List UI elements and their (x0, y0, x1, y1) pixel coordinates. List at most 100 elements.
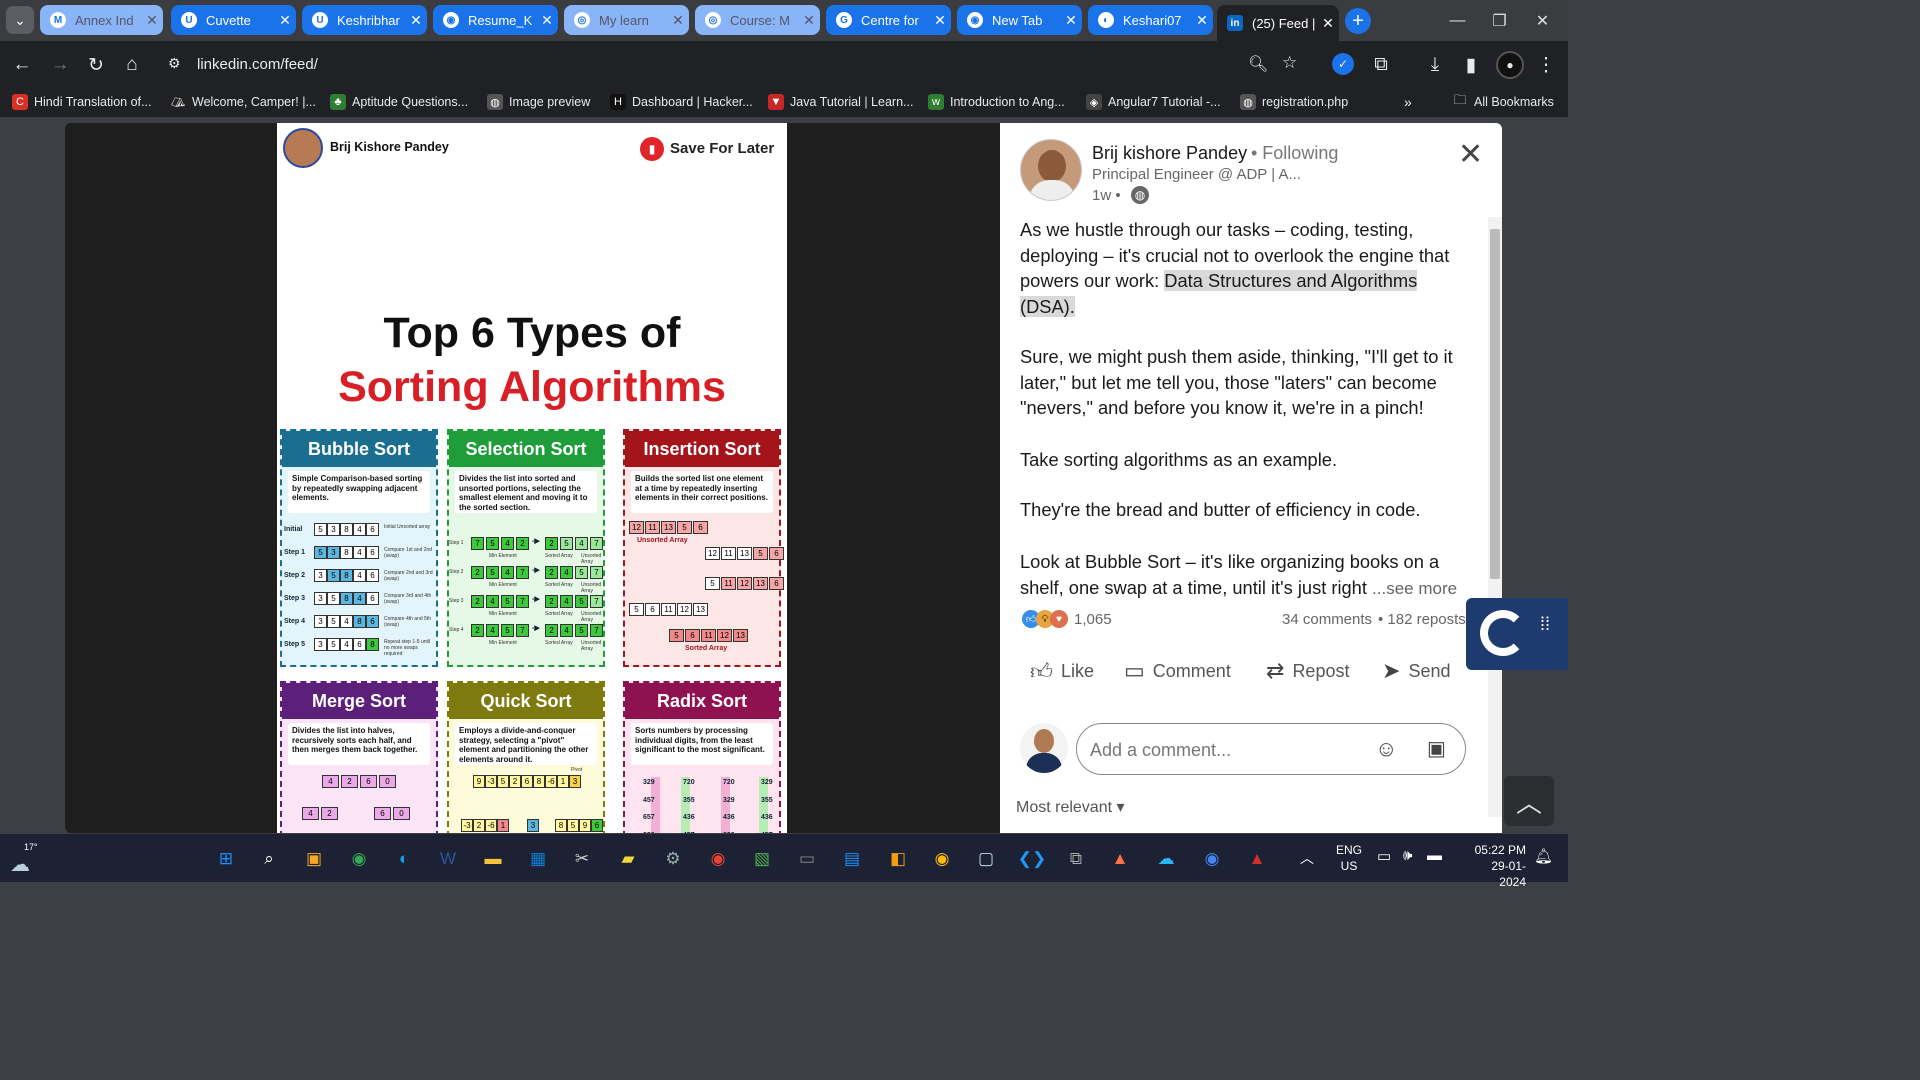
tab-close-icon[interactable]: ✕ (1191, 12, 1213, 29)
snipping-tool-icon[interactable]: ✂ (566, 843, 598, 875)
bookmark-item[interactable]: H Dashboard | Hacker... (610, 94, 753, 110)
maximize-button[interactable]: ❐ (1477, 0, 1522, 41)
bookmark-item[interactable]: ▼ Java Tutorial | Learn... (768, 94, 913, 110)
sandbox-icon[interactable]: ▢ (970, 843, 1002, 875)
sort-dropdown[interactable]: Most relevant ▾ (1016, 797, 1125, 817)
chrome-icon[interactable]: ◉ (926, 843, 958, 875)
comment-button[interactable]: ▭ Comment (1124, 658, 1231, 684)
tab-7[interactable]: G Centre for ✕ (826, 5, 951, 35)
reaction-icons[interactable]: 👍︎ 💡︎ ♥ (1022, 610, 1068, 628)
reload-icon[interactable]: ↻ (84, 53, 108, 77)
tray-overflow-icon[interactable]: ︿ (1300, 848, 1314, 868)
reaction-count[interactable]: 1,065 (1074, 611, 1112, 628)
tab-close-icon[interactable]: ✕ (1060, 12, 1082, 29)
tab-6[interactable]: ◎ Course: M ✕ (695, 5, 820, 35)
bookmark-item[interactable]: C Hindi Translation of... (12, 94, 151, 110)
terminal-icon[interactable]: ▭ (791, 843, 823, 875)
settings-icon[interactable]: ⚙ (657, 843, 689, 875)
tab-close-icon[interactable]: ✕ (798, 12, 820, 29)
see-more-link[interactable]: ...see more (1372, 579, 1457, 598)
clock[interactable]: 05:22 PM 29-01-2024 (1466, 842, 1526, 890)
minimize-button[interactable]: — (1435, 0, 1480, 41)
tab-4[interactable]: ◉ Resume_K ✕ (433, 5, 558, 35)
close-icon[interactable]: ✕ (1458, 137, 1483, 172)
volume-icon[interactable]: 🕪︎ (1403, 847, 1412, 864)
scroll-up-icon[interactable]: ︿ (1504, 776, 1554, 826)
bookmark-item[interactable]: ◍ registration.php (1240, 94, 1348, 110)
back-icon[interactable]: ← (10, 53, 34, 77)
url-text[interactable]: linkedin.com/feed/ (197, 56, 318, 73)
edge-icon[interactable]: ◐ (388, 843, 420, 875)
scrollbar-thumb[interactable] (1490, 229, 1500, 579)
repost-button[interactable]: ⇄ Repost (1266, 658, 1349, 684)
bookmark-item[interactable]: ◈ Angular7 Tutorial -... (1086, 94, 1221, 110)
floating-widget[interactable]: ⁞⁞ (1466, 598, 1568, 670)
pdf-icon[interactable]: ▲ (1241, 843, 1273, 875)
word-icon[interactable]: W (432, 843, 464, 875)
all-bookmarks-button[interactable]: 🗀 All Bookmarks (1452, 92, 1553, 110)
site-info-icon[interactable]: ⚙ (168, 55, 181, 72)
like-button[interactable]: 👍︎ Like (1030, 658, 1094, 685)
more-bookmarks-icon[interactable]: » (1404, 94, 1412, 110)
send-button[interactable]: ➤ Send (1382, 658, 1450, 684)
office-icon[interactable]: ▲ (1104, 843, 1136, 875)
profile-avatar[interactable]: ● (1496, 51, 1524, 79)
author-avatar[interactable] (1020, 139, 1082, 201)
weather-widget[interactable]: 17° ☁ (8, 842, 44, 876)
tab-search-button[interactable]: ⌄ (6, 6, 34, 34)
post-scrollbar[interactable] (1488, 217, 1502, 817)
tab-close-icon[interactable]: ✕ (405, 12, 427, 29)
close-window-button[interactable]: ✕ (1520, 0, 1565, 41)
my-avatar[interactable] (1020, 723, 1068, 773)
bookmark-item[interactable]: ♣ Aptitude Questions... (330, 94, 468, 110)
bookmark-item[interactable]: ⛺︎ Welcome, Camper! |... (170, 94, 316, 110)
notification-bell-icon[interactable]: 🔔︎ (1534, 847, 1553, 865)
chrome-icon[interactable]: ◉ (343, 843, 375, 875)
zoom-icon[interactable]: 🔍︎ (1248, 54, 1268, 74)
battery-icon[interactable]: ▬ (1427, 847, 1442, 864)
new-tab-button[interactable]: + (1345, 8, 1371, 34)
tab-5[interactable]: ◎ My learn ✕ (564, 5, 689, 35)
forward-icon[interactable]: → (48, 53, 72, 77)
image-viewer-icon[interactable]: ▧ (746, 843, 778, 875)
tab-close-icon[interactable]: ✕ (667, 12, 689, 29)
widgets-icon[interactable]: ▣ (298, 843, 330, 875)
vscode-icon[interactable]: ❮❯ (1016, 843, 1048, 875)
extension-check-icon[interactable]: ✓ (1332, 53, 1354, 75)
home-icon[interactable]: ⌂ (120, 53, 144, 77)
comment-count[interactable]: 34 comments (1282, 611, 1372, 628)
download-icon[interactable]: ⤓ (1423, 53, 1447, 77)
remote-desktop-icon[interactable]: ◧ (882, 843, 914, 875)
calendar-icon[interactable]: ▤ (836, 843, 868, 875)
address-bar[interactable]: ⚙ linkedin.com/feed/ 🔍︎ ☆ (160, 47, 1312, 83)
tab-2[interactable]: U Cuvette ✕ (171, 5, 296, 35)
store-icon[interactable]: ▦ (522, 843, 554, 875)
tab-10[interactable]: in (25) Feed | ✕ (1217, 5, 1339, 41)
search-icon[interactable]: ⌕ (253, 843, 285, 875)
sticky-notes-icon[interactable]: ▰ (612, 843, 644, 875)
emoji-icon[interactable]: ☺ (1375, 736, 1397, 762)
network-icon[interactable]: ▭ (1377, 847, 1391, 865)
bookmark-item[interactable]: w Introduction to Ang... (928, 94, 1065, 110)
tab-close-icon[interactable]: ✕ (274, 12, 296, 29)
chrome-icon[interactable]: ◉ (1196, 843, 1228, 875)
bookmark-item[interactable]: ◍ Image preview (487, 94, 590, 110)
cloud-app-icon[interactable]: ☁ (1150, 843, 1182, 875)
extensions-icon[interactable]: ⧉ (1369, 53, 1393, 77)
tab-close-icon[interactable]: ✕ (929, 12, 951, 29)
repost-count[interactable]: • 182 reposts (1378, 611, 1466, 628)
tab-8[interactable]: ◉ New Tab ✕ (957, 5, 1082, 35)
side-panel-icon[interactable]: ▮ (1459, 53, 1483, 77)
tab-close-icon[interactable]: ✕ (141, 12, 163, 29)
image-icon[interactable]: ▣ (1427, 736, 1446, 761)
grip-icon[interactable]: ⁞⁞ (1540, 615, 1550, 633)
bookmark-star-icon[interactable]: ☆ (1282, 53, 1297, 73)
file-explorer-icon[interactable]: ▬ (477, 843, 509, 875)
tab-9[interactable]: ◐ Keshari07 ✕ (1088, 5, 1213, 35)
tab-close-icon[interactable]: ✕ (1317, 15, 1339, 32)
tab-close-icon[interactable]: ✕ (536, 12, 558, 29)
tab-3[interactable]: U Keshribhar ✕ (302, 5, 427, 35)
chrome-icon[interactable]: ◉ (702, 843, 734, 875)
author-name[interactable]: Brij kishore Pandey (1092, 143, 1247, 164)
comment-input[interactable]: Add a comment... ☺ ▣ (1076, 723, 1466, 775)
